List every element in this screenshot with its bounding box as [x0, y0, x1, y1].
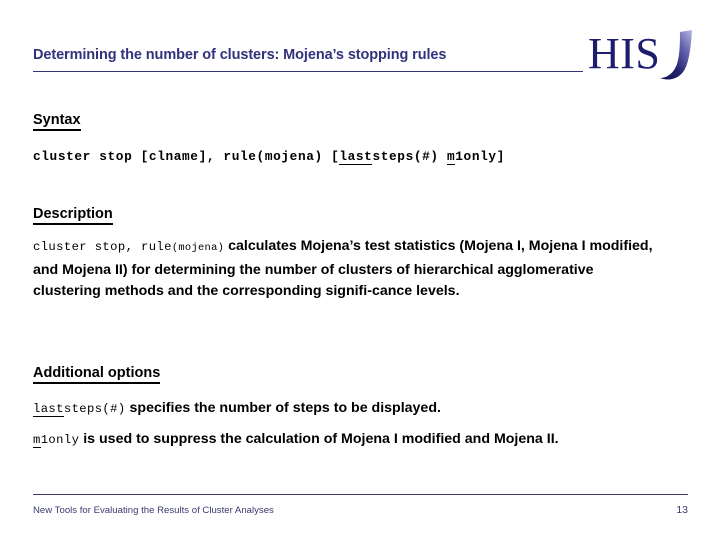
slide-header: Determining the number of clusters: Moje…: [0, 0, 720, 95]
footer-divider: [33, 494, 688, 495]
title-divider: [33, 71, 583, 72]
description-body: cluster stop, rule(mojena) calculates Mo…: [33, 236, 653, 303]
option-laststeps-description: specifies the number of steps to be disp…: [125, 400, 441, 416]
option-m1only-rest: 1only: [40, 433, 80, 447]
footer-page-number: 13: [676, 504, 688, 516]
option-m1only-underlined: m: [33, 433, 41, 448]
syntax-option-m1only-rest: 1only: [455, 149, 497, 164]
option-row-m1only: m1only is used to suppress the calculati…: [33, 431, 559, 448]
syntax-heading-label: Syntax: [33, 112, 81, 131]
additional-options-heading: Additional options: [33, 365, 161, 384]
option-m1only-description: is used to suppress the calculation of M…: [79, 431, 559, 447]
his-logo: HIS: [588, 28, 700, 86]
svg-text:HIS: HIS: [588, 29, 660, 78]
syntax-command-text: cluster stop [clname], rule(mojena): [33, 149, 332, 164]
option-laststeps-underlined: last: [33, 402, 64, 417]
syntax-option-last-underlined: last: [339, 149, 373, 165]
slide-canvas: Determining the number of clusters: Moje…: [0, 0, 720, 540]
syntax-command-line: cluster stop [clname], rule(mojena) [las…: [33, 147, 505, 165]
description-heading: Description: [33, 206, 113, 225]
syntax-option-laststeps-rest: steps(#): [372, 149, 447, 164]
description-code-cluster-stop: cluster stop,: [33, 240, 141, 254]
syntax-heading: Syntax: [33, 112, 81, 131]
description-heading-label: Description: [33, 206, 113, 225]
description-code-rule: rule: [141, 240, 172, 254]
additional-options-heading-label: Additional options: [33, 365, 161, 384]
option-laststeps-rest: steps(#): [63, 402, 126, 416]
footer-title: New Tools for Evaluating the Results of …: [33, 505, 274, 516]
description-code-rule-arg: (mojena): [171, 242, 225, 254]
syntax-bracket-close: ]: [496, 149, 505, 164]
page-title: Determining the number of clusters: Moje…: [33, 47, 447, 63]
option-row-laststeps: laststeps(#) specifies the number of ste…: [33, 400, 441, 417]
